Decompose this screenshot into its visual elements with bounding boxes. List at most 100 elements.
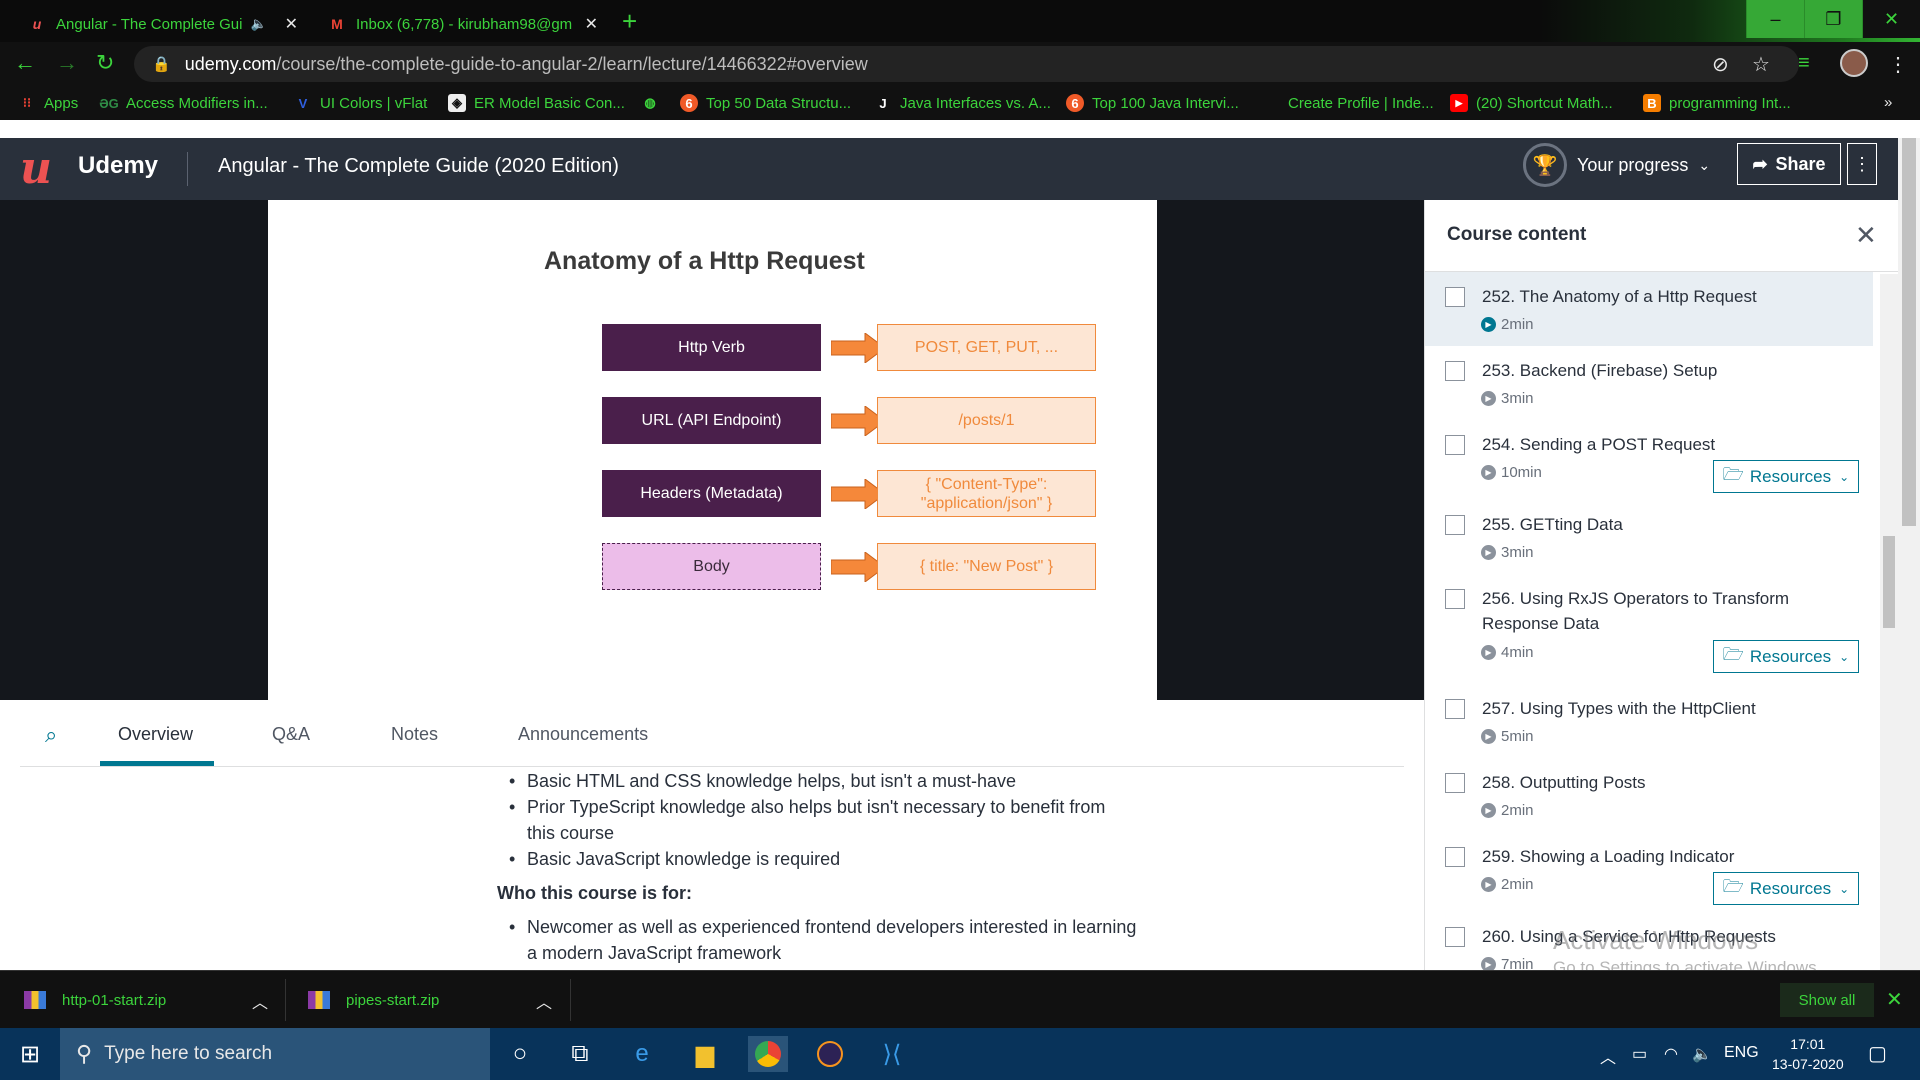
lesson-checkbox[interactable] — [1445, 361, 1465, 381]
bookmark-globe[interactable]: ◍ — [641, 94, 667, 112]
reload-icon[interactable]: ↻ — [96, 50, 114, 76]
lesson-item[interactable]: 257. Using Types with the HttpClient ▶ 5m… — [1425, 684, 1873, 758]
lesson-checkbox[interactable] — [1445, 927, 1465, 947]
download-item[interactable]: http-01-start.zip — [24, 971, 166, 1029]
maximize-button[interactable]: ❐ — [1804, 0, 1862, 38]
file-explorer-icon[interactable]: ▆ — [685, 1036, 725, 1072]
scrollbar-thumb[interactable] — [1902, 138, 1916, 526]
bookmark-java-interfaces[interactable]: J Java Interfaces vs. A... — [874, 94, 1051, 112]
page-scrollbar[interactable] — [1898, 138, 1920, 970]
tab-close-icon[interactable]: ✕ — [285, 14, 298, 34]
bookmark-ui-colors[interactable]: V UI Colors | vFlat — [294, 94, 428, 112]
bookmark-access-modifiers[interactable]: ƏG Access Modifiers in... — [99, 94, 268, 112]
resources-button[interactable]: 🗁 Resources ⌄ — [1713, 872, 1859, 905]
bookmark-apps[interactable]: ⁝⁝ Apps — [18, 94, 78, 112]
volume-icon[interactable]: 🔈 — [1692, 1044, 1712, 1064]
language-indicator[interactable]: ENG — [1724, 1044, 1759, 1062]
close-icon[interactable]: ✕ — [1855, 220, 1877, 251]
tab-overview[interactable]: Overview — [118, 724, 193, 745]
lesson-checkbox[interactable] — [1445, 589, 1465, 609]
eclipse-icon[interactable] — [810, 1036, 850, 1072]
minimize-button[interactable]: – — [1746, 0, 1804, 38]
windows-start-icon[interactable]: ⊞ — [0, 1028, 60, 1080]
chevron-up-icon[interactable]: ︿ — [536, 989, 552, 1013]
lesson-item[interactable]: 256. Using RxJS Operators to Transform R… — [1425, 574, 1873, 684]
tab-close-icon[interactable]: ✕ — [585, 14, 598, 34]
download-item[interactable]: pipes-start.zip — [308, 971, 439, 1029]
udemy-logo-icon[interactable]: u — [20, 147, 52, 191]
lesson-checkbox[interactable] — [1445, 773, 1465, 793]
more-options-button[interactable]: ⋮ — [1847, 143, 1877, 185]
close-icon[interactable]: ✕ — [1886, 987, 1903, 1012]
chevron-up-icon[interactable]: ︿ — [252, 989, 268, 1013]
forward-arrow-icon[interactable]: → — [56, 50, 78, 76]
lesson-item[interactable]: 259. Showing a Loading Indicator ▶ 2min 🗁… — [1425, 832, 1873, 912]
resources-button[interactable]: 🗁 Resources ⌄ — [1713, 460, 1859, 493]
browser-menu-icon[interactable]: ⋮ — [1888, 52, 1908, 77]
star-bookmark-icon[interactable]: ☆ — [1752, 52, 1770, 77]
reading-list-icon[interactable]: ≡ — [1798, 52, 1810, 75]
vscode-icon[interactable]: ⟩⟨ — [872, 1036, 912, 1072]
bookmark-top100[interactable]: 6 Top 100 Java Intervi... — [1066, 94, 1239, 112]
task-view-icon[interactable]: ⧉ — [560, 1036, 600, 1072]
search-icon[interactable]: ⌕ — [45, 722, 57, 748]
show-all-button[interactable]: Show all — [1780, 983, 1874, 1017]
duration-text: 7min — [1501, 956, 1534, 970]
chrome-icon[interactable] — [748, 1036, 788, 1072]
progress-label: Your progress — [1577, 154, 1689, 175]
chevron-down-icon: ⌄ — [1839, 469, 1850, 484]
cortana-icon[interactable]: ○ — [500, 1036, 540, 1072]
profile-avatar[interactable] — [1840, 49, 1868, 77]
tab-qa[interactable]: Q&A — [272, 724, 310, 745]
lesson-item[interactable]: 258. Outputting Posts ▶ 2min — [1425, 758, 1873, 832]
lesson-item[interactable]: 252. The Anatomy of a Http Request ▶ 2min — [1425, 272, 1873, 346]
edge-icon[interactable]: e — [622, 1036, 662, 1072]
duration-text: 10min — [1501, 464, 1542, 481]
activate-windows-watermark: Activate Windows — [1553, 925, 1759, 955]
requirements-list: Basic HTML and CSS knowledge helps, but … — [497, 768, 1137, 872]
bookmarks-overflow[interactable]: » — [1884, 94, 1892, 111]
course-title[interactable]: Angular - The Complete Guide (2020 Editi… — [218, 155, 619, 178]
resources-button[interactable]: 🗁 Resources ⌄ — [1713, 640, 1859, 673]
bookmark-label: Access Modifiers in... — [126, 94, 268, 112]
udemy-brand[interactable]: Udemy — [78, 152, 158, 180]
your-progress-button[interactable]: 🏆 Your progress ⌄ — [1523, 143, 1710, 187]
wifi-icon[interactable]: ◠ — [1664, 1044, 1678, 1064]
battery-icon[interactable]: ▭ — [1632, 1044, 1647, 1064]
duration-text: 2min — [1501, 316, 1534, 333]
speaker-icon[interactable]: 🔈 — [250, 16, 266, 32]
taskbar-search-box[interactable]: ⚲ Type here to search — [60, 1028, 490, 1080]
bookmark-shortcut-math[interactable]: ▶ (20) Shortcut Math... — [1450, 94, 1613, 112]
lesson-item[interactable]: 255. GETting Data ▶ 3min — [1425, 500, 1873, 574]
vflat-icon: V — [298, 95, 308, 111]
notifications-icon[interactable]: ▢ — [1868, 1041, 1887, 1066]
bookmark-er-model[interactable]: ◈ ER Model Basic Con... — [448, 94, 625, 112]
tab-announcements[interactable]: Announcements — [518, 724, 648, 745]
url-host: udemy.com — [184, 53, 277, 74]
lesson-checkbox[interactable] — [1445, 287, 1465, 307]
tray-chevron-up-icon[interactable]: ︿ — [1600, 1044, 1616, 1068]
lesson-checkbox[interactable] — [1445, 699, 1465, 719]
lesson-item[interactable]: 253. Backend (Firebase) Setup ▶ 3min — [1425, 346, 1873, 420]
bookmark-create-profile[interactable]: Create Profile | Inde... — [1262, 94, 1434, 112]
share-button[interactable]: ➦ Share — [1737, 143, 1841, 185]
bookmark-programming[interactable]: Bprogramming Int... — [1643, 94, 1791, 112]
tab-notes[interactable]: Notes — [391, 724, 438, 745]
tab-udemy[interactable]: u Angular - The Complete Gui 🔈 ✕ — [18, 6, 308, 42]
bookmark-top50[interactable]: 6 Top 50 Data Structu... — [680, 94, 851, 112]
vertical-dots-icon: ⋮ — [1853, 153, 1871, 174]
scrollbar-thumb[interactable] — [1883, 536, 1895, 628]
new-tab-button[interactable]: + — [622, 6, 637, 36]
close-window-button[interactable]: ✕ — [1862, 0, 1920, 38]
sidebar-scrollbar[interactable] — [1880, 274, 1898, 970]
lesson-item[interactable]: 254. Sending a POST Request ▶ 10min 🗁 Reso… — [1425, 420, 1873, 500]
lesson-title: 259. Showing a Loading Indicator — [1482, 847, 1735, 866]
back-arrow-icon[interactable]: ← — [14, 50, 36, 76]
tracking-blocked-icon[interactable]: ⊘ — [1712, 52, 1729, 77]
lesson-checkbox[interactable] — [1445, 515, 1465, 535]
lesson-checkbox[interactable] — [1445, 435, 1465, 455]
system-clock[interactable]: 17:01 13-07-2020 — [1772, 1034, 1844, 1074]
url-bar[interactable]: 🔒 udemy.com/course/the-complete-guide-to… — [134, 46, 1799, 82]
lesson-checkbox[interactable] — [1445, 847, 1465, 867]
tab-gmail[interactable]: M Inbox (6,778) - kirubham98@gm ✕ — [318, 6, 608, 42]
